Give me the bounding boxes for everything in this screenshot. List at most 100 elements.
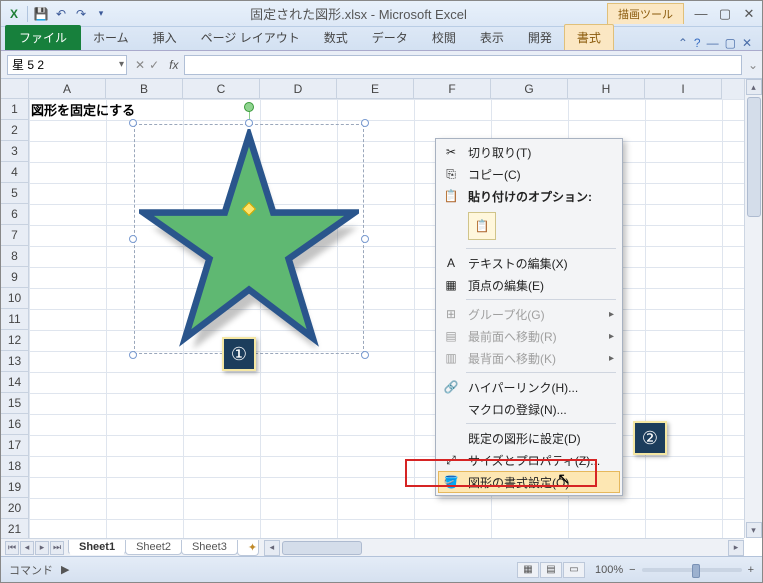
ctx-format-shape[interactable]: 🪣 図形の書式設定(O)... xyxy=(438,471,620,493)
tab-developer[interactable]: 開発 xyxy=(516,25,564,50)
page-layout-view-button[interactable]: ▤ xyxy=(540,562,562,578)
row-header[interactable]: 16 xyxy=(1,414,29,435)
col-header[interactable]: B xyxy=(106,79,183,99)
row-header[interactable]: 17 xyxy=(1,435,29,456)
star-shape[interactable] xyxy=(134,124,364,354)
ctx-size-properties[interactable]: ⤢ サイズとプロパティ(Z)... xyxy=(438,449,620,471)
new-sheet-button[interactable]: ✦ xyxy=(237,540,259,556)
col-header[interactable]: I xyxy=(645,79,722,99)
name-box[interactable]: 星 5 2 ▾ xyxy=(7,55,127,75)
name-box-dropdown-icon[interactable]: ▾ xyxy=(119,59,124,70)
col-header[interactable]: G xyxy=(491,79,568,99)
row-header[interactable]: 18 xyxy=(1,456,29,477)
row-header[interactable]: 21 xyxy=(1,519,29,540)
ctx-hyperlink[interactable]: 🔗 ハイパーリンク(H)... xyxy=(438,376,620,398)
rotate-handle[interactable] xyxy=(244,102,254,112)
resize-handle-nw[interactable] xyxy=(129,119,137,127)
col-header[interactable]: E xyxy=(337,79,414,99)
row-header[interactable]: 20 xyxy=(1,498,29,519)
tab-formulas[interactable]: 数式 xyxy=(312,25,360,50)
resize-handle-ne[interactable] xyxy=(361,119,369,127)
fx-icon[interactable]: fx xyxy=(169,58,178,72)
row-header[interactable]: 14 xyxy=(1,372,29,393)
tab-review[interactable]: 校閲 xyxy=(420,25,468,50)
cell-A1[interactable]: 図形を固定にする xyxy=(31,100,135,119)
hscroll-track[interactable]: ◂ ▸ xyxy=(264,540,744,556)
zoom-level[interactable]: 100% xyxy=(595,564,623,576)
col-header[interactable]: D xyxy=(260,79,337,99)
minimize-button[interactable]: — xyxy=(692,7,710,21)
doc-min-icon[interactable]: — xyxy=(707,36,719,50)
maximize-button[interactable]: ▢ xyxy=(716,7,734,21)
cancel-icon[interactable]: ✕ xyxy=(135,58,145,72)
col-header[interactable]: C xyxy=(183,79,260,99)
macro-record-icon[interactable]: ▶ xyxy=(61,563,69,576)
vscroll-thumb[interactable] xyxy=(747,97,761,217)
tab-format[interactable]: 書式 xyxy=(564,24,614,50)
formula-expand-icon[interactable]: ⌄ xyxy=(748,58,758,72)
col-header[interactable]: F xyxy=(414,79,491,99)
last-sheet-button[interactable]: ⏭ xyxy=(50,541,64,555)
ctx-edit-points[interactable]: ▦ 頂点の編集(E) xyxy=(438,274,620,296)
qat-more[interactable]: ▾ xyxy=(92,5,110,23)
next-sheet-button[interactable]: ▸ xyxy=(35,541,49,555)
ctx-edit-text[interactable]: A テキストの編集(X) xyxy=(438,252,620,274)
doc-max-icon[interactable]: ▢ xyxy=(725,36,736,50)
resize-handle-sw[interactable] xyxy=(129,351,137,359)
cells[interactable]: 図形を固定にする ① xyxy=(29,99,744,538)
ctx-assign-macro[interactable]: マクロの登録(N)... xyxy=(438,398,620,420)
row-header[interactable]: 5 xyxy=(1,183,29,204)
formula-input[interactable] xyxy=(184,55,741,75)
row-header[interactable]: 10 xyxy=(1,288,29,309)
tab-page-layout[interactable]: ページ レイアウト xyxy=(189,25,312,50)
zoom-out-button[interactable]: − xyxy=(629,564,635,576)
scroll-up-button[interactable]: ▴ xyxy=(746,79,762,95)
save-button[interactable]: 💾 xyxy=(32,5,50,23)
resize-handle-e[interactable] xyxy=(361,235,369,243)
undo-button[interactable]: ↶ xyxy=(52,5,70,23)
help-icon[interactable]: ? xyxy=(694,36,701,50)
resize-handle-se[interactable] xyxy=(361,351,369,359)
row-header[interactable]: 8 xyxy=(1,246,29,267)
normal-view-button[interactable]: ▦ xyxy=(517,562,539,578)
row-header[interactable]: 3 xyxy=(1,141,29,162)
tab-data[interactable]: データ xyxy=(360,25,420,50)
resize-handle-w[interactable] xyxy=(129,235,137,243)
col-header[interactable]: H xyxy=(568,79,645,99)
redo-button[interactable]: ↷ xyxy=(72,5,90,23)
row-header[interactable]: 9 xyxy=(1,267,29,288)
row-header[interactable]: 15 xyxy=(1,393,29,414)
resize-handle-n[interactable] xyxy=(245,119,253,127)
sheet-tab[interactable]: Sheet3 xyxy=(181,540,238,555)
sheet-tab[interactable]: Sheet1 xyxy=(68,540,126,555)
row-header[interactable]: 19 xyxy=(1,477,29,498)
tab-insert[interactable]: 挿入 xyxy=(141,25,189,50)
row-header[interactable]: 12 xyxy=(1,330,29,351)
sheet-tab[interactable]: Sheet2 xyxy=(125,540,182,555)
page-break-view-button[interactable]: ▭ xyxy=(563,562,585,578)
scroll-right-button[interactable]: ▸ xyxy=(728,540,744,556)
tab-home[interactable]: ホーム xyxy=(81,25,141,50)
doc-close-icon[interactable]: ✕ xyxy=(742,36,752,50)
vertical-scrollbar[interactable]: ▴ ▾ xyxy=(744,79,762,538)
prev-sheet-button[interactable]: ◂ xyxy=(20,541,34,555)
first-sheet-button[interactable]: ⏮ xyxy=(5,541,19,555)
ctx-cut[interactable]: ✂ 切り取り(T) xyxy=(438,141,620,163)
scroll-left-button[interactable]: ◂ xyxy=(264,540,280,556)
row-header[interactable]: 13 xyxy=(1,351,29,372)
row-header[interactable]: 11 xyxy=(1,309,29,330)
zoom-slider[interactable] xyxy=(642,568,742,572)
paste-option-button[interactable]: 📋 xyxy=(468,212,496,240)
col-header[interactable]: A xyxy=(29,79,106,99)
enter-icon[interactable]: ✓ xyxy=(149,58,159,72)
ctx-copy[interactable]: ⎘ コピー(C) xyxy=(438,163,620,185)
row-header[interactable]: 6 xyxy=(1,204,29,225)
scroll-down-button[interactable]: ▾ xyxy=(746,522,762,538)
close-button[interactable]: ✕ xyxy=(740,7,758,21)
tab-view[interactable]: 表示 xyxy=(468,25,516,50)
row-header[interactable]: 4 xyxy=(1,162,29,183)
zoom-in-button[interactable]: + xyxy=(748,564,754,576)
hscroll-thumb[interactable] xyxy=(282,541,362,555)
ctx-set-default-shape[interactable]: 既定の図形に設定(D) xyxy=(438,427,620,449)
ribbon-minimize-icon[interactable]: ⌃ xyxy=(678,36,688,50)
